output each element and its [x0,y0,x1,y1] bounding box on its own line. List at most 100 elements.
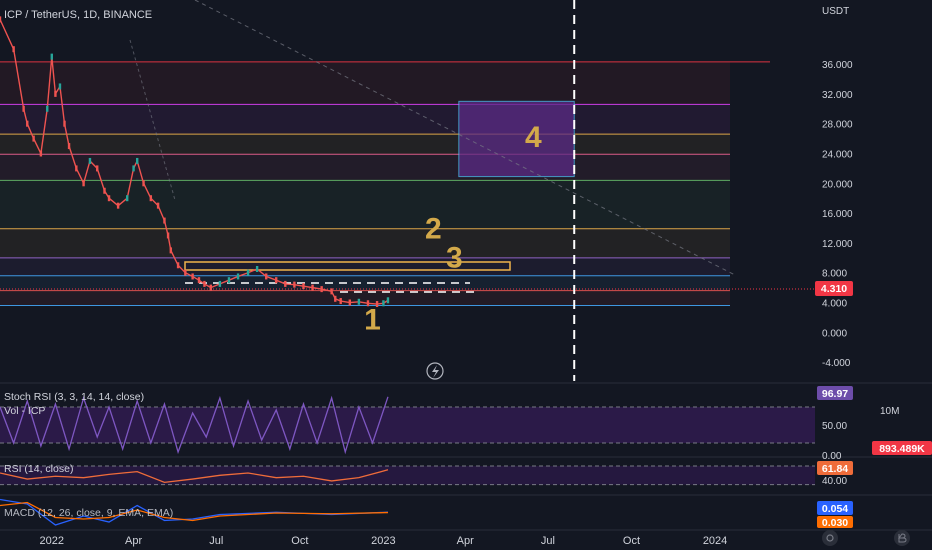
price-point [334,295,337,302]
time-tick-label: 2023 [371,535,395,547]
chart-title: ICP / TetherUS, 1D, BINANCE [4,9,152,21]
volume-title: Vol - ICP [4,405,45,417]
price-point [46,105,49,112]
stoch-value: 96.97 [822,388,848,400]
price-tick-label: -4.000 [822,358,851,369]
annotation-number-3[interactable]: 3 [446,242,463,275]
price-point [382,300,385,307]
price-point [32,135,35,142]
time-tick-label: Oct [291,535,308,547]
chart-container[interactable]: 1 23 4 36.000 32.000 28.000 24.000 20.000 16.00… [0,0,932,550]
price-point [255,265,259,272]
price-point [156,202,160,209]
indicator-band [0,466,815,485]
price-point [12,46,15,53]
currency-label: USDT [822,6,849,17]
horizontal-levels [0,61,770,307]
price-point [348,299,352,306]
price-point [311,284,314,291]
price-point [58,83,62,90]
price-point [302,283,305,290]
price-point [357,298,361,305]
price-point [75,165,78,172]
annotation-number-1[interactable]: 1 [364,303,381,336]
price-point [166,232,170,239]
price-point [163,217,166,224]
price-point [26,120,29,127]
price-point [169,247,173,254]
price-point [103,187,106,194]
time-tick-label: Apr [125,535,142,547]
price-point [275,277,278,284]
price-point [191,273,194,280]
price-point [203,280,206,287]
price-point [184,269,187,276]
price-point [386,297,390,304]
price-point [116,202,120,209]
price-point [197,277,201,284]
time-tick-label: 2024 [703,535,727,547]
price-tick-label: 4.000 [822,299,847,310]
rsi-pane[interactable]: 40.00 [0,465,847,487]
price-point [142,180,145,187]
settings-button[interactable] [822,530,838,546]
price-point [39,150,43,157]
target-zone-rect[interactable] [458,100,575,178]
rsi-title: RSI (14, close) [4,463,73,475]
price-point [339,298,342,305]
price-point [54,90,57,97]
macd-title: MACD (12, 26, close, 9, EMA, EMA) [4,507,173,519]
price-tick-label: 32.000 [822,90,853,101]
price-point [96,165,99,172]
price-point [88,157,92,164]
level-band [0,154,730,181]
price-point [284,280,287,287]
price-point [227,277,231,284]
rsi-value: 61.84 [822,463,848,475]
level-band [0,257,730,276]
level-band [0,104,730,135]
indicator-tick-label: 50.00 [822,421,847,432]
price-tick-label: 8.000 [822,269,847,280]
price-tick-label: 36.000 [822,60,853,71]
price-point [293,281,296,288]
price-point [265,273,268,280]
price-point [135,157,139,164]
price-tick-label: 20.000 [822,179,853,190]
log-scale-button[interactable] [894,530,910,546]
price-point [176,262,180,269]
time-tick-label: Oct [623,535,640,547]
volume-value: 893.489K [879,443,925,455]
price-point [63,120,66,127]
price-point [82,180,85,187]
level-band [0,180,730,229]
zone-layer [458,100,575,178]
stoch-rsi-title: Stoch RSI (3, 3, 14, 14, close) [4,391,144,403]
price-tick-label: 28.000 [822,120,853,131]
price-tick-label: 0.000 [822,328,847,339]
price-point [67,143,71,150]
last-price-value: 4.310 [821,283,847,295]
level-band [0,134,730,155]
price-point [132,165,135,172]
level-band [0,228,730,258]
price-point [246,269,250,276]
price-point [149,195,153,202]
price-point [320,286,323,293]
time-tick-label: 2022 [40,535,64,547]
indicator-tick-label: 40.00 [822,476,847,487]
time-tick-label: Jul [209,535,223,547]
indicator-tick-label: 0.00 [822,451,842,462]
annotation-number-4[interactable]: 4 [525,121,542,154]
volume-scale-label: 10M [880,406,899,417]
indicator-band [0,407,815,443]
price-point [0,16,2,23]
chart-svg[interactable]: 1 23 4 36.000 32.000 28.000 24.000 20.000 16.00… [0,0,932,550]
price-point [107,195,111,202]
annotation-number-2[interactable]: 2 [425,212,442,245]
price-tick-label: 24.000 [822,149,853,160]
macd-value: 0.054 [822,503,848,515]
price-point [50,53,53,60]
signal-value: 0.030 [822,517,848,529]
price-point [209,284,212,291]
